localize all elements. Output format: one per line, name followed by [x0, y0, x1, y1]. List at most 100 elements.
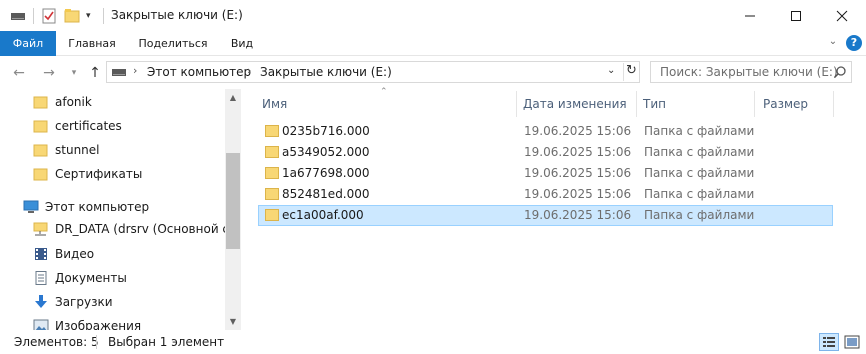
sidebar-item-certificates[interactable]: certificates	[33, 115, 122, 137]
sidebar-item-downloads[interactable]: Загрузки	[33, 291, 113, 313]
folder-icon	[265, 167, 279, 179]
sidebar-item-label: Документы	[55, 271, 127, 285]
downloads-icon	[35, 295, 47, 308]
navigation-bar: ← → ▾ ↑ › Этот компьютер › Закрытые ключ…	[0, 56, 866, 89]
table-row[interactable]: 0235b716.000 19.06.2025 15:06 Папка с фа…	[258, 121, 833, 142]
scrollbar-thumb[interactable]	[226, 153, 240, 249]
breadcrumb-this-pc[interactable]: Этот компьютер	[147, 65, 251, 79]
close-button[interactable]	[819, 0, 865, 31]
file-list: ⌃ Имя Дата изменения Тип Размер 0235b716…	[243, 87, 866, 330]
sidebar-item-label: stunnel	[55, 143, 100, 157]
status-divider	[96, 335, 97, 349]
sidebar-item-sertifikaty[interactable]: Сертификаты	[33, 163, 142, 185]
table-row-selected[interactable]: ec1a00af.000 19.06.2025 15:06 Папка с фа…	[258, 205, 833, 226]
tab-file[interactable]: Файл	[0, 31, 56, 56]
sort-ascending-icon: ⌃	[380, 87, 388, 97]
customize-toolbar-dropdown[interactable]: ▾	[86, 6, 96, 26]
file-name: ec1a00af.000	[282, 208, 364, 222]
file-type: Папка с файлами	[644, 208, 755, 222]
back-arrow-icon[interactable]: ←	[10, 64, 28, 82]
folder-icon	[33, 144, 48, 157]
column-header-date[interactable]: Дата изменения	[523, 95, 627, 113]
table-row[interactable]: 1a677698.000 19.06.2025 15:06 Папка с фа…	[258, 163, 833, 184]
sidebar-item-label: Видео	[55, 247, 95, 261]
computer-icon	[23, 200, 39, 213]
table-row[interactable]: 852481ed.000 19.06.2025 15:06 Папка с фа…	[258, 184, 833, 205]
sidebar-item-dr-data[interactable]: DR_DATA (drsrv (Основной серв	[33, 218, 241, 240]
sidebar-item-video[interactable]: Видео	[33, 243, 94, 265]
sidebar-item-label: Сертификаты	[55, 167, 143, 181]
expand-ribbon-icon[interactable]: ⌄	[826, 36, 840, 50]
file-date: 19.06.2025 15:06	[524, 187, 632, 201]
file-type: Папка с файлами	[644, 145, 755, 159]
column-divider[interactable]	[754, 91, 755, 117]
sidebar-item-label: DR_DATA (drsrv (Основной серв	[55, 222, 241, 236]
file-name: 1a677698.000	[282, 166, 370, 180]
folder-icon	[265, 209, 279, 221]
title-divider	[103, 8, 104, 24]
help-icon[interactable]: ?	[846, 35, 862, 51]
new-folder-icon[interactable]	[64, 6, 80, 26]
tab-view[interactable]: Вид	[222, 31, 262, 56]
sidebar-item-this-pc[interactable]: Этот компьютер	[23, 196, 149, 218]
chevron-down-icon[interactable]: ⌄	[607, 65, 615, 76]
column-divider[interactable]	[636, 91, 637, 117]
large-icons-view-icon[interactable]	[843, 333, 861, 351]
column-header-size[interactable]: Размер	[763, 95, 808, 113]
details-view-icon[interactable]	[819, 333, 839, 351]
documents-icon	[35, 271, 47, 285]
window-title: Закрытые ключи (E:)	[111, 8, 243, 22]
forward-arrow-icon[interactable]: →	[40, 64, 58, 82]
address-bar[interactable]: › Этот компьютер › Закрытые ключи (E:) ⌄…	[106, 61, 640, 83]
drive-icon	[111, 65, 127, 79]
file-type: Папка с файлами	[644, 124, 755, 138]
search-input[interactable]: Поиск: Закрытые ключи (E:)	[650, 61, 852, 83]
file-date: 19.06.2025 15:06	[524, 208, 632, 222]
file-date: 19.06.2025 15:06	[524, 124, 632, 138]
file-type: Папка с файлами	[644, 187, 755, 201]
video-icon	[35, 248, 47, 260]
status-bar: Элементов: 5 Выбран 1 элемент	[0, 330, 866, 354]
column-header-type[interactable]: Тип	[643, 95, 666, 113]
table-row[interactable]: a5349052.000 19.06.2025 15:06 Папка с фа…	[258, 142, 833, 163]
column-divider[interactable]	[516, 91, 517, 117]
folder-icon	[265, 188, 279, 200]
sidebar-item-pictures[interactable]: Изображения	[33, 315, 141, 330]
column-divider[interactable]	[833, 91, 834, 117]
title-bar: ▾ Закрытые ключи (E:)	[0, 0, 866, 31]
tab-home[interactable]: Главная	[60, 31, 124, 56]
file-date: 19.06.2025 15:06	[524, 145, 632, 159]
scroll-down-icon[interactable]: ▼	[225, 313, 241, 330]
breadcrumb-drive[interactable]: Закрытые ключи (E:)	[260, 65, 392, 79]
sidebar-item-afonik[interactable]: afonik	[33, 91, 92, 113]
folder-icon	[33, 120, 48, 133]
drive-icon[interactable]	[10, 6, 26, 26]
file-name: 852481ed.000	[282, 187, 370, 201]
quick-access-divider	[33, 8, 34, 24]
sidebar-item-label: Изображения	[55, 319, 142, 330]
chevron-right-icon[interactable]: ›	[133, 64, 137, 77]
refresh-icon[interactable]: ↻	[623, 63, 639, 81]
search-icon[interactable]	[833, 65, 847, 79]
folder-icon	[33, 168, 48, 181]
network-drive-icon	[33, 222, 48, 236]
up-arrow-icon[interactable]: ↑	[86, 64, 104, 82]
folder-icon	[33, 96, 48, 109]
recent-locations-icon[interactable]: ▾	[68, 64, 80, 82]
sidebar-item-documents[interactable]: Документы	[33, 267, 127, 289]
selection-count: Выбран 1 элемент	[108, 335, 225, 349]
search-placeholder: Поиск: Закрытые ключи (E:)	[660, 65, 838, 79]
folder-icon	[265, 146, 279, 158]
minimize-button[interactable]	[727, 0, 773, 31]
tab-share[interactable]: Поделиться	[132, 31, 214, 56]
sidebar-item-stunnel[interactable]: stunnel	[33, 139, 100, 161]
chevron-right-icon[interactable]: ›	[247, 64, 251, 77]
sidebar-scrollbar[interactable]: ▲ ▼	[225, 89, 241, 330]
file-date: 19.06.2025 15:06	[524, 166, 632, 180]
pictures-icon	[33, 319, 49, 330]
column-header-name[interactable]: Имя	[262, 95, 287, 113]
maximize-button[interactable]	[773, 0, 819, 31]
scroll-up-icon[interactable]: ▲	[225, 89, 241, 106]
file-name: a5349052.000	[282, 145, 370, 159]
properties-icon[interactable]	[41, 6, 57, 26]
